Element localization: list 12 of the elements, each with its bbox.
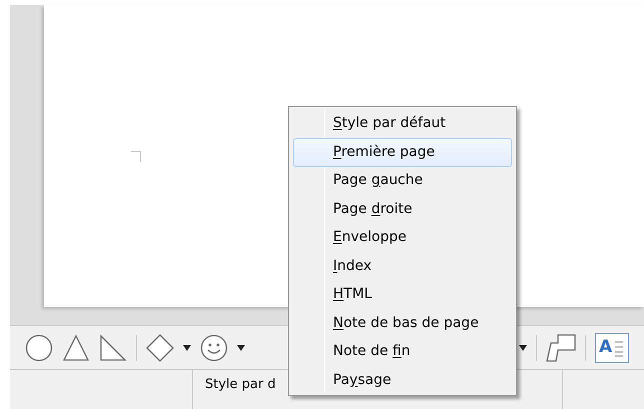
menu-item[interactable]: Note de bas de page xyxy=(293,308,512,338)
menu-item[interactable]: Style par défaut xyxy=(293,109,512,138)
menu-item[interactable]: HTML xyxy=(293,280,512,309)
menu-item[interactable]: Première page xyxy=(293,138,512,166)
menu-item[interactable]: Index xyxy=(293,252,512,280)
menu-item[interactable]: Enveloppe xyxy=(293,223,512,252)
page-style-label[interactable]: Style par d xyxy=(205,377,276,392)
menu-item[interactable]: Paysage xyxy=(293,366,512,394)
menu-item[interactable]: Page gauche xyxy=(293,166,512,195)
menu-item[interactable]: Note de fin xyxy=(293,337,512,366)
text-box-button[interactable]: A xyxy=(595,332,629,362)
menu-item[interactable]: Page droite xyxy=(293,194,512,224)
